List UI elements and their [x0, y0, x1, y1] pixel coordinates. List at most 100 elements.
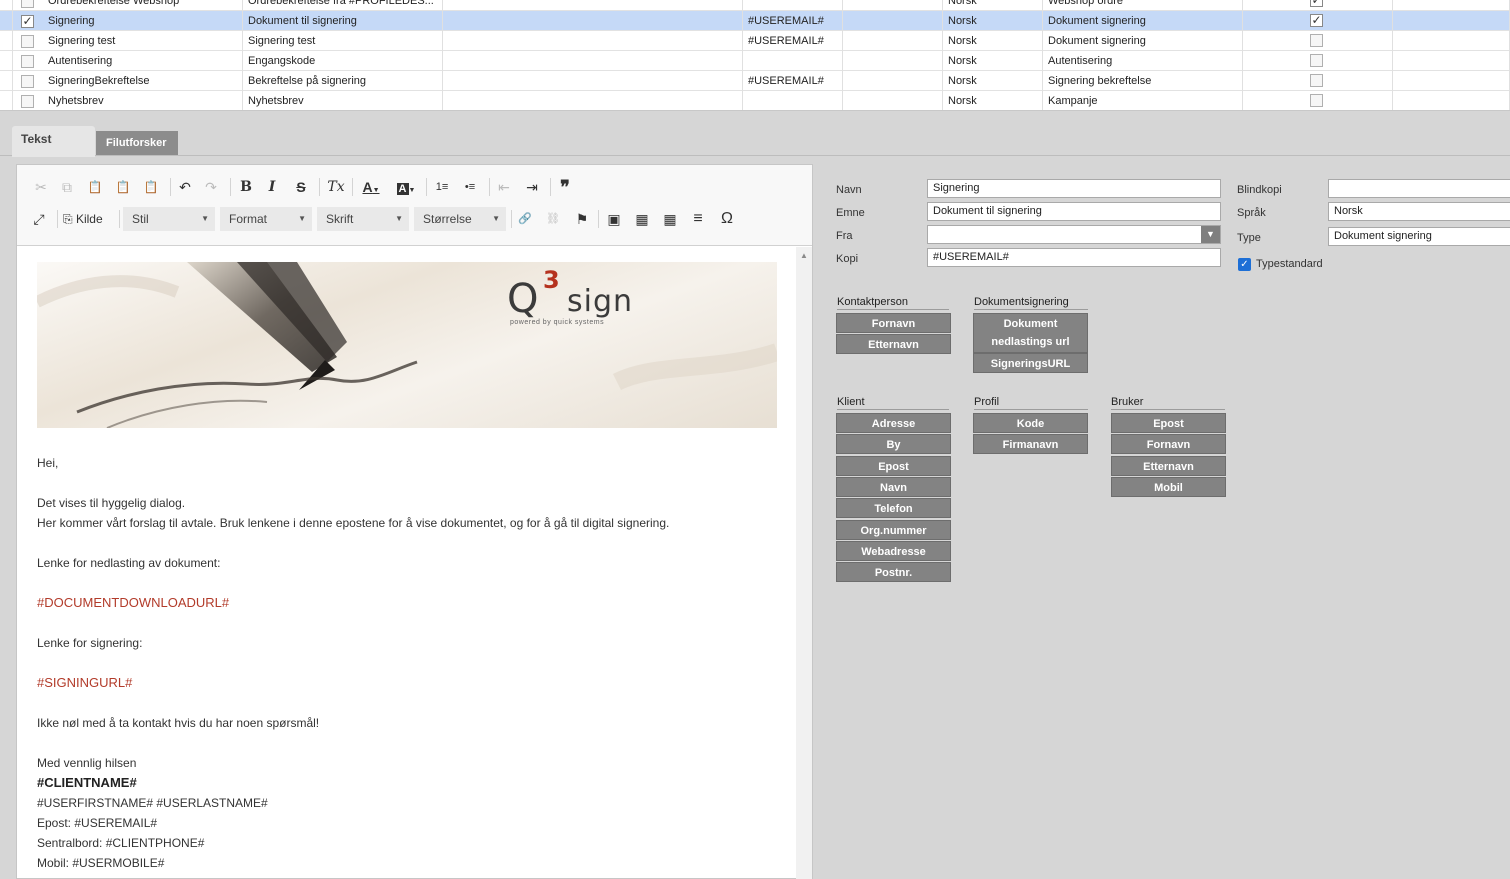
- table-row[interactable]: Ordrebekreftelse Webshop Ordrebekreftelse…: [0, 0, 1510, 11]
- insert-profil-kode-button[interactable]: Kode: [973, 413, 1088, 433]
- signing-url-tag: #SIGNINGURL#: [37, 675, 133, 690]
- insert-klient-adresse-button[interactable]: Adresse: [836, 413, 951, 433]
- table-cell: Ordrebekreftelse Webshop: [44, 0, 243, 11]
- insert-fornavn-button[interactable]: Fornavn: [836, 313, 951, 333]
- table-row[interactable]: ✓ Signering Dokument til signering #USEREMA…: [0, 11, 1510, 31]
- source-button[interactable]: ⎘ Kilde: [63, 208, 113, 230]
- table-cell: Norsk: [944, 11, 1043, 31]
- scroll-up-icon[interactable]: ▲: [800, 251, 808, 260]
- table-cell: [844, 0, 943, 11]
- row-select-checkbox[interactable]: [21, 75, 34, 88]
- typestandard-cell-checkbox[interactable]: ✓: [1310, 0, 1323, 7]
- table-row[interactable]: Signering test Signering test #USEREMAIL# N…: [0, 31, 1510, 51]
- insert-bruker-mobil-button[interactable]: Mobil: [1111, 476, 1226, 497]
- column-divider: [12, 0, 13, 11]
- table-cell: Norsk: [944, 91, 1043, 110]
- typestandard-cell-checkbox[interactable]: [1310, 34, 1323, 47]
- table-row[interactable]: Nyhetsbrev Nyhetsbrev Norsk Kampanje: [0, 91, 1510, 110]
- insert-bruker-fornavn-button[interactable]: Fornavn: [1111, 434, 1226, 455]
- table-row[interactable]: Autentisering Engangskode Norsk Autentiseri…: [0, 51, 1510, 71]
- insert-klient-webadresse-button[interactable]: Webadresse: [836, 540, 951, 561]
- editor-content[interactable]: Q 3 sign powered by quick systems Hei, D…: [17, 247, 796, 879]
- sprak-dropdown[interactable]: Norsk: [1328, 202, 1510, 221]
- paste-icon[interactable]: 📋: [85, 176, 105, 198]
- image-icon[interactable]: ▣: [604, 208, 624, 230]
- row-select-checkbox[interactable]: [21, 35, 34, 48]
- italic-icon[interactable]: I: [262, 176, 282, 198]
- user-name-tag: #USERFIRSTNAME# #USERLASTNAME#: [37, 796, 268, 810]
- format-dropdown[interactable]: Format ▼: [220, 207, 312, 231]
- insert-klient-org-nummer-button[interactable]: Org.nummer: [836, 519, 951, 540]
- navn-input[interactable]: Signering: [927, 179, 1221, 198]
- editor-toolbar: ✂ ⧉ 📋 📋 📋 ↶ ↷ B I S Tx A▼ A ▼ 1≡ •≡ ⇤ ⇥ ❞…: [17, 165, 812, 246]
- row-select-checkbox[interactable]: [21, 0, 34, 8]
- table-cell: Engangskode: [244, 51, 443, 71]
- typestandard-cell-checkbox[interactable]: ✓: [1310, 14, 1323, 27]
- insert-bruker-epost-button[interactable]: Epost: [1111, 413, 1226, 433]
- blindkopi-input[interactable]: [1328, 179, 1510, 198]
- insert-klient-postnr--button[interactable]: Postnr.: [836, 562, 951, 583]
- size-dropdown[interactable]: Størrelse ▼: [414, 207, 506, 231]
- bg-color-icon[interactable]: A ▼: [392, 176, 420, 198]
- cut-icon[interactable]: ✂: [31, 176, 51, 198]
- remove-format-icon[interactable]: Tx: [325, 176, 347, 198]
- column-divider: [12, 11, 13, 31]
- paste-text-icon[interactable]: 📋: [113, 176, 133, 198]
- group-title-klient: Klient: [837, 396, 949, 410]
- typestandard-cell-checkbox[interactable]: [1310, 74, 1323, 87]
- emne-input[interactable]: Dokument til signering: [927, 202, 1221, 221]
- typestandard-cell-checkbox[interactable]: [1310, 94, 1323, 107]
- special-char-icon[interactable]: Ω: [716, 208, 738, 230]
- row-select-checkbox[interactable]: [21, 55, 34, 68]
- insert-klient-epost-button[interactable]: Epost: [836, 455, 951, 476]
- horizontal-rule-icon[interactable]: ≡: [688, 208, 708, 230]
- strikethrough-icon[interactable]: S: [291, 176, 311, 198]
- insert-klient-telefon-button[interactable]: Telefon: [836, 498, 951, 519]
- row-select-checkbox[interactable]: ✓: [21, 15, 34, 28]
- undo-icon[interactable]: ↶: [175, 176, 195, 198]
- logo-tagline: powered by quick systems: [510, 319, 605, 326]
- table-icon[interactable]: ▦: [660, 208, 680, 230]
- insert-klient-navn-button[interactable]: Navn: [836, 476, 951, 497]
- toolbar-separator: [230, 178, 231, 196]
- text-color-icon[interactable]: A▼: [357, 176, 385, 198]
- editor-scrollbar[interactable]: ▲: [796, 247, 812, 879]
- insert-document-url-button[interactable]: Dokument nedlastings url: [973, 313, 1088, 353]
- table-cell: [1244, 91, 1393, 110]
- body-line: Det vises til hyggelig dialog.: [37, 496, 186, 510]
- bold-icon[interactable]: B: [236, 176, 256, 198]
- insert-signing-url-button[interactable]: SigneringsURL: [973, 353, 1088, 373]
- bulleted-list-icon[interactable]: •≡: [459, 176, 481, 198]
- style-dropdown[interactable]: Stil ▼: [123, 207, 215, 231]
- insert-bruker-etternavn-button[interactable]: Etternavn: [1111, 455, 1226, 476]
- link-icon[interactable]: 🔗: [515, 208, 535, 230]
- anchor-icon[interactable]: ⚑: [572, 208, 592, 230]
- redo-icon[interactable]: ↷: [201, 176, 221, 198]
- row-select-checkbox[interactable]: [21, 95, 34, 108]
- font-dropdown[interactable]: Skrift ▼: [317, 207, 409, 231]
- table-cell: Nyhetsbrev: [244, 91, 443, 110]
- indent-icon[interactable]: ⇥: [522, 176, 542, 198]
- insert-profil-firmanavn-button[interactable]: Firmanavn: [973, 434, 1088, 455]
- maximize-icon[interactable]: ⤢: [29, 208, 49, 230]
- tab-tekst[interactable]: Tekst: [12, 126, 95, 157]
- chevron-down-icon[interactable]: ▼: [1201, 226, 1220, 243]
- tab-filutforsker[interactable]: Filutforsker: [96, 131, 178, 155]
- typestandard-checkbox[interactable]: ✓: [1238, 258, 1251, 271]
- table-row[interactable]: SigneringBekreftelse Bekreftelse på signe…: [0, 71, 1510, 91]
- blockquote-icon[interactable]: ❞: [554, 176, 576, 198]
- outdent-icon[interactable]: ⇤: [494, 176, 514, 198]
- kopi-input[interactable]: #USEREMAIL#: [927, 248, 1221, 267]
- type-dropdown[interactable]: Dokument signering: [1328, 227, 1510, 246]
- fra-dropdown[interactable]: ▼: [927, 225, 1221, 244]
- unlink-icon[interactable]: ⛓: [543, 208, 563, 230]
- flash-icon[interactable]: ▦: [632, 208, 652, 230]
- insert-etternavn-button[interactable]: Etternavn: [836, 334, 951, 354]
- bg-color-glyph: A: [396, 183, 409, 195]
- chevron-down-icon: ▼: [298, 214, 306, 223]
- numbered-list-icon[interactable]: 1≡: [431, 176, 453, 198]
- insert-klient-by-button[interactable]: By: [836, 434, 951, 455]
- paste-word-icon[interactable]: 📋: [141, 176, 161, 198]
- copy-icon[interactable]: ⧉: [57, 176, 77, 198]
- typestandard-cell-checkbox[interactable]: [1310, 54, 1323, 67]
